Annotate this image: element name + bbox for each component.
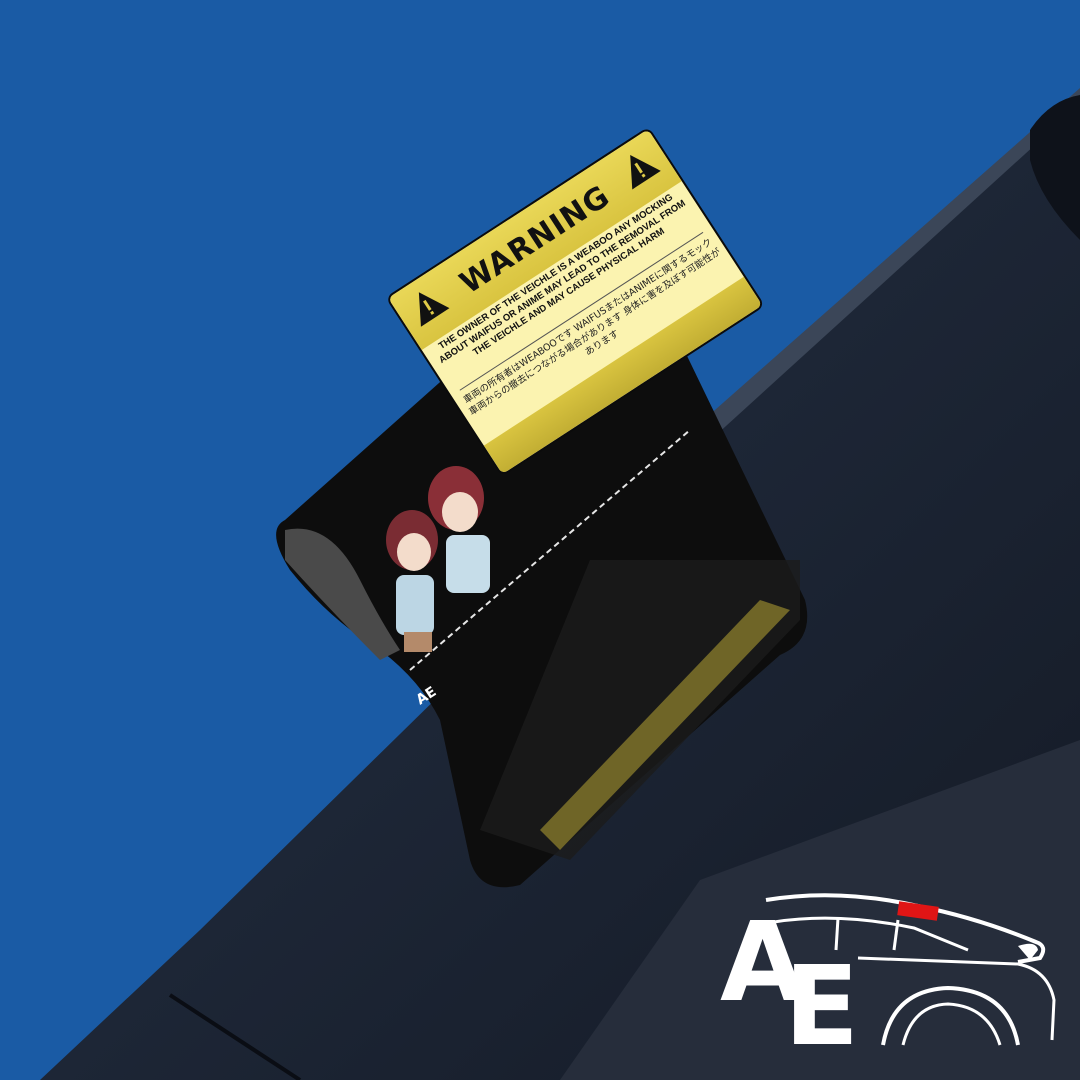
photo-scene: WARNING THE OWNER OF THE VEICHLE IS A WE… — [0, 0, 1080, 1080]
logo-red-accent — [897, 901, 939, 921]
sticker-logo-mark: AE — [413, 684, 439, 709]
brand-logo: A E — [720, 893, 1056, 1058]
logo-letter-e: E — [784, 942, 859, 1058]
